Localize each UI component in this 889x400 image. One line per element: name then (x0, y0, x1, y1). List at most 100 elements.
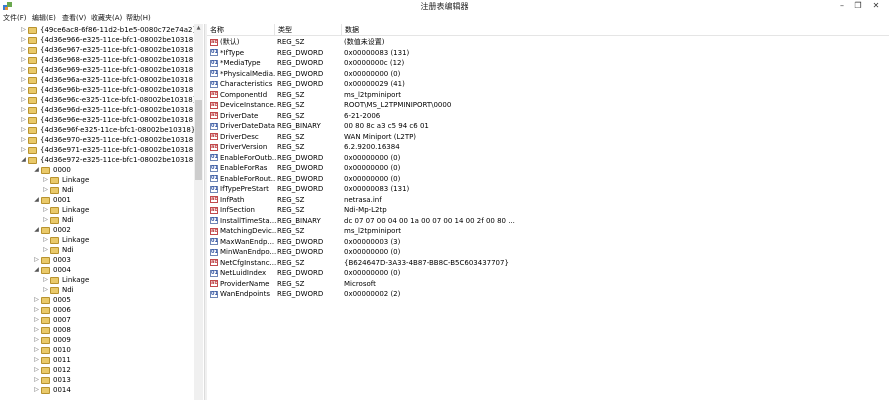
expand-arrow-icon[interactable]: ▷ (33, 335, 40, 345)
value-row[interactable]: NetLuidIndex REG_DWORD 0x00000000 (0) (207, 268, 889, 279)
tree-node[interactable]: ◢ {4d36e972-e325-11ce-bfc1-08002be10318} (0, 155, 198, 165)
value-row[interactable]: EnableForRout...REG_DWORD 0x00000000 (0) (207, 174, 889, 185)
tree-node[interactable]: ▷ Linkage (0, 235, 194, 245)
expand-arrow-icon[interactable]: ▷ (20, 35, 27, 45)
expand-arrow-icon[interactable]: ▷ (42, 175, 49, 185)
value-row[interactable]: InstallTimeSta...REG_BINARY dc 07 07 00 0… (207, 216, 889, 227)
tree-node[interactable]: ▷ Linkage (0, 275, 194, 285)
menu-item-3[interactable]: 收藏夹(A) (91, 14, 122, 23)
collapse-arrow-icon[interactable]: ◢ (20, 155, 27, 165)
value-row[interactable]: DriverDate REG_SZ 6-21-2006 (207, 111, 889, 122)
tree-node[interactable]: ▷ 0010 (0, 345, 194, 355)
tree-scroll-thumb[interactable] (195, 100, 202, 180)
value-row[interactable]: InfPath REG_SZ netrasa.inf (207, 195, 889, 206)
tree-node[interactable]: ▷ {4d36e96a-e325-11ce-bfc1-08002be10318} (0, 75, 198, 85)
tree-node[interactable]: ▷ Ndi (0, 185, 194, 195)
tree-node[interactable]: ◢ 0001 (0, 195, 194, 205)
value-row[interactable]: EnableForRas REG_DWORD 0x00000000 (0) (207, 163, 889, 174)
tree-node[interactable]: ▷ 0012 (0, 365, 194, 375)
tree-node[interactable]: ▷ Ndi (0, 245, 194, 255)
expand-arrow-icon[interactable]: ▷ (20, 125, 27, 135)
tree-node[interactable]: ▷ 0014 (0, 385, 194, 395)
expand-arrow-icon[interactable]: ▷ (42, 185, 49, 195)
collapse-arrow-icon[interactable]: ◢ (33, 165, 40, 175)
value-row[interactable]: Characteristics REG_DWORD 0x00000029 (41) (207, 79, 889, 90)
value-row[interactable]: WanEndpoints REG_DWORD 0x00000002 (2) (207, 289, 889, 300)
expand-arrow-icon[interactable]: ▷ (33, 315, 40, 325)
expand-arrow-icon[interactable]: ▷ (20, 65, 27, 75)
value-row[interactable]: InfSection REG_SZ Ndi-Mp-L2tp (207, 205, 889, 216)
minimize-button[interactable]: – (834, 0, 850, 12)
tree-node[interactable]: ▷ 0011 (0, 355, 194, 365)
expand-arrow-icon[interactable]: ▷ (20, 115, 27, 125)
column-type-header[interactable]: 类型 (275, 24, 342, 36)
collapse-arrow-icon[interactable]: ◢ (33, 265, 40, 275)
expand-arrow-icon[interactable]: ▷ (33, 325, 40, 335)
expand-arrow-icon[interactable]: ▷ (42, 275, 49, 285)
tree-node[interactable]: ▷ {4d36e96e-e325-11ce-bfc1-08002be10318} (0, 115, 198, 125)
value-row[interactable]: MaxWanEndp...REG_DWORD 0x00000003 (3) (207, 237, 889, 248)
close-button[interactable]: ✕ (868, 0, 884, 12)
tree-node[interactable]: ▷ {4d36e96f-e325-11ce-bfc1-08002be10318} (0, 125, 195, 135)
tree-node[interactable]: ▷ 0005 (0, 295, 194, 305)
tree-node[interactable]: ▷ {4d36e96d-e325-11ce-bfc1-08002be10318} (0, 105, 198, 115)
expand-arrow-icon[interactable]: ▷ (20, 55, 27, 65)
value-row[interactable]: NetCfgInstanc...REG_SZ {B624647D-3A33-4B8… (207, 258, 889, 269)
column-name-header[interactable]: 名称 (207, 24, 275, 36)
expand-arrow-icon[interactable]: ▷ (42, 235, 49, 245)
tree-node[interactable]: ▷ 0006 (0, 305, 194, 315)
tree-node[interactable]: ▷ {4d36e967-e325-11ce-bfc1-08002be10318} (0, 45, 198, 55)
value-row[interactable]: EnableForOutb...REG_DWORD 0x00000000 (0) (207, 153, 889, 164)
tree-node[interactable]: ▷ 0009 (0, 335, 194, 345)
expand-arrow-icon[interactable]: ▷ (20, 45, 27, 55)
restore-button[interactable]: ❐ (850, 0, 866, 12)
expand-arrow-icon[interactable]: ▷ (33, 355, 40, 365)
expand-arrow-icon[interactable]: ▷ (20, 85, 27, 95)
tree-node[interactable]: ▷ {49ce6ac8-6f86-11d2-b1e5-0080c72e74a2} (0, 25, 197, 35)
tree-scrollbar[interactable]: ▲ (194, 24, 203, 400)
tree-node[interactable]: ▷ {4d36e96b-e325-11ce-bfc1-08002be10318} (0, 85, 198, 95)
tree-node[interactable]: ◢ 0002 (0, 225, 194, 235)
tree-node[interactable]: ▷ Linkage (0, 205, 194, 215)
tree-node[interactable]: ▷ Linkage (0, 175, 194, 185)
expand-arrow-icon[interactable]: ▷ (33, 255, 40, 265)
tree-node[interactable]: ▷ {4d36e966-e325-11ce-bfc1-08002be10318} (0, 35, 198, 45)
expand-arrow-icon[interactable]: ▷ (33, 385, 40, 395)
collapse-arrow-icon[interactable]: ◢ (33, 225, 40, 235)
menu-item-0[interactable]: 文件(F) (3, 14, 27, 23)
expand-arrow-icon[interactable]: ▷ (42, 285, 49, 295)
tree-node[interactable]: ▷ 0013 (0, 375, 194, 385)
value-row[interactable]: ProviderName REG_SZ Microsoft (207, 279, 889, 290)
tree-node[interactable]: ◢ 0000 (0, 165, 194, 175)
value-row[interactable]: DeviceInstance...REG_SZ ROOT\MS_L2TPMINIP… (207, 100, 889, 111)
column-data-header[interactable]: 数据 (342, 24, 502, 36)
expand-arrow-icon[interactable]: ▷ (20, 75, 27, 85)
value-row[interactable]: *IfType REG_DWORD 0x00000083 (131) (207, 48, 889, 59)
expand-arrow-icon[interactable]: ▷ (20, 145, 27, 155)
tree-node[interactable]: ▷ {4d36e96c-e325-11ce-bfc1-08002be10318} (0, 95, 197, 105)
value-row[interactable]: (默认) REG_SZ (数值未设置) (207, 37, 889, 48)
value-row[interactable]: IfTypePreStart REG_DWORD 0x00000083 (131) (207, 184, 889, 195)
tree-node[interactable]: ▷ {4d36e971-e325-11ce-bfc1-08002be10318} (0, 145, 198, 155)
menu-item-1[interactable]: 编辑(E) (32, 14, 56, 23)
tree-node[interactable]: ▷ {4d36e969-e325-11ce-bfc1-08002be10318} (0, 65, 198, 75)
value-row[interactable]: MinWanEndpo...REG_DWORD 0x00000000 (0) (207, 247, 889, 258)
expand-arrow-icon[interactable]: ▷ (33, 305, 40, 315)
expand-arrow-icon[interactable]: ▷ (33, 345, 40, 355)
expand-arrow-icon[interactable]: ▷ (33, 295, 40, 305)
value-row[interactable]: *MediaType REG_DWORD 0x0000000c (12) (207, 58, 889, 69)
tree-node[interactable]: ◢ 0004 (0, 265, 194, 275)
tree-node[interactable]: ▷ {4d36e968-e325-11ce-bfc1-08002be10318} (0, 55, 198, 65)
value-row[interactable]: DriverDateDataREG_BINARY 00 80 8c a3 c5 9… (207, 121, 889, 132)
value-row[interactable]: DriverVersion REG_SZ 6.2.9200.16384 (207, 142, 889, 153)
value-row[interactable]: DriverDesc REG_SZ WAN Miniport (L2TP) (207, 132, 889, 143)
tree-node[interactable]: ▷ 0007 (0, 315, 194, 325)
tree-node[interactable]: ▷ Ndi (0, 285, 194, 295)
expand-arrow-icon[interactable]: ▷ (20, 95, 27, 105)
tree-node[interactable]: ▷ {4d36e970-e325-11ce-bfc1-08002be10318} (0, 135, 198, 145)
menu-item-2[interactable]: 查看(V) (62, 14, 86, 23)
expand-arrow-icon[interactable]: ▷ (42, 245, 49, 255)
expand-arrow-icon[interactable]: ▷ (42, 205, 49, 215)
tree-node[interactable]: ▷ 0008 (0, 325, 194, 335)
expand-arrow-icon[interactable]: ▷ (20, 25, 27, 35)
